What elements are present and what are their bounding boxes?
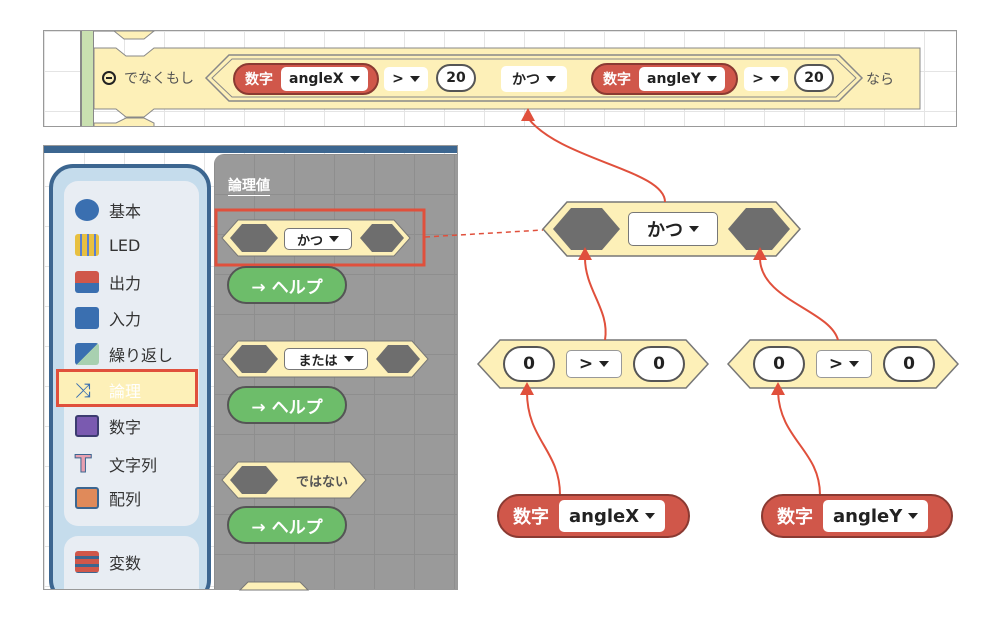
variable-dropdown[interactable]: angleX xyxy=(559,500,666,532)
right-value-a[interactable]: 0 xyxy=(753,346,805,382)
right-operator-dropdown[interactable]: > xyxy=(816,350,872,378)
dashed-connector xyxy=(424,229,544,238)
arrow-right-compare-to-and xyxy=(759,257,839,341)
left-value-a[interactable]: 0 xyxy=(503,346,555,382)
arrow-and-to-top xyxy=(527,117,666,203)
large-and-dropdown[interactable]: かつ xyxy=(628,212,718,246)
arrows xyxy=(526,117,839,496)
arrow-left-compare-to-and xyxy=(584,257,607,341)
flyout-or-dropdown[interactable]: または xyxy=(284,348,368,370)
flyout-not-label: ではない xyxy=(296,475,349,490)
flyout-and-dropdown[interactable]: かつ xyxy=(284,228,352,250)
number-type-label: 数字 xyxy=(513,507,549,528)
variable-dropdown[interactable]: angleY xyxy=(823,500,929,532)
left-operator-dropdown[interactable]: > xyxy=(566,350,622,378)
angleY-variable-block-large[interactable]: 数字 angleY xyxy=(761,494,953,538)
help-button[interactable]: → ヘルプ xyxy=(227,266,347,304)
number-type-label: 数字 xyxy=(777,507,813,528)
angleX-variable-block-large[interactable]: 数字 angleX xyxy=(497,494,690,538)
help-button[interactable]: → ヘルプ xyxy=(227,506,347,544)
arrow-angleX-to-compare xyxy=(526,391,561,496)
left-value-b[interactable]: 0 xyxy=(633,346,685,382)
help-button[interactable]: → ヘルプ xyxy=(227,386,347,424)
right-value-b[interactable]: 0 xyxy=(883,346,935,382)
arrow-angleY-to-compare xyxy=(777,391,821,496)
